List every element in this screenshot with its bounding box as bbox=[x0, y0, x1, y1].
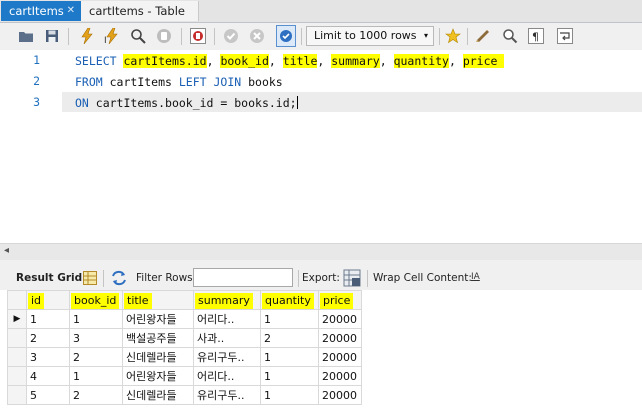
column-header-price[interactable]: price bbox=[318, 290, 362, 310]
stop-icon[interactable] bbox=[155, 27, 173, 45]
cell-price[interactable]: 20000 bbox=[318, 385, 362, 405]
line-number: 3 bbox=[33, 95, 40, 109]
commit-icon[interactable] bbox=[222, 27, 240, 45]
code-line-2: FROM cartItems LEFT JOIN books bbox=[75, 75, 283, 89]
line-number: 1 bbox=[33, 53, 40, 67]
cell-title[interactable]: 신데렐라들 bbox=[122, 347, 194, 367]
query-toolbar: I Limit to 1000 rows ▾ ¶ bbox=[0, 23, 642, 51]
cell-book-id[interactable]: 2 bbox=[69, 347, 123, 367]
cell-summary[interactable]: 어리다.. bbox=[193, 309, 261, 329]
autocommit-toggle-icon[interactable] bbox=[276, 25, 296, 47]
tab-bar: cartItems ✕ cartItems - Table bbox=[0, 0, 642, 23]
row-selector[interactable] bbox=[7, 366, 27, 386]
word-wrap-icon[interactable] bbox=[556, 27, 574, 45]
table-row[interactable]: 3 2 신데렐라들 유리구두.. 1 20000 bbox=[7, 347, 362, 367]
cell-id[interactable]: 1 bbox=[26, 309, 70, 329]
horizontal-scrollbar[interactable]: ◂ bbox=[0, 243, 642, 260]
code-line-1: SELECT cartItems.id, book_id, title, sum… bbox=[75, 54, 505, 68]
cell-title[interactable]: 백설공주들 bbox=[122, 328, 194, 348]
table-row[interactable]: 4 1 어린왕자들 어리다.. 1 20000 bbox=[7, 366, 362, 386]
current-row-marker-icon: ▶ bbox=[7, 309, 27, 329]
table-row[interactable]: 5 2 신데렐라들 유리구두.. 1 20000 bbox=[7, 385, 362, 405]
cell-summary[interactable]: 사과.. bbox=[193, 328, 261, 348]
open-file-icon[interactable] bbox=[17, 27, 35, 45]
cell-book-id[interactable]: 2 bbox=[69, 385, 123, 405]
row-selector[interactable] bbox=[7, 347, 27, 367]
sql-editor[interactable]: 1 2 3 SELECT cartItems.id, book_id, titl… bbox=[0, 50, 642, 243]
refresh-icon[interactable] bbox=[111, 270, 127, 286]
cell-summary[interactable]: 유리구두.. bbox=[193, 347, 261, 367]
cell-summary[interactable]: 유리구두.. bbox=[193, 385, 261, 405]
close-icon[interactable]: ✕ bbox=[67, 1, 75, 21]
cell-quantity[interactable]: 1 bbox=[260, 309, 319, 329]
cell-summary[interactable]: 어리다.. bbox=[193, 366, 261, 386]
cell-price[interactable]: 20000 bbox=[318, 366, 362, 386]
toggle-continue-on-error-icon[interactable] bbox=[189, 27, 207, 45]
beautify-icon[interactable] bbox=[474, 27, 492, 45]
result-grid-icon[interactable] bbox=[82, 270, 98, 286]
line-number: 2 bbox=[33, 74, 40, 88]
cell-book-id[interactable]: 1 bbox=[69, 366, 123, 386]
export-label: Export: bbox=[302, 272, 340, 284]
execute-icon[interactable] bbox=[78, 27, 96, 45]
limit-rows-label: Limit to 1000 rows bbox=[314, 29, 417, 42]
row-selector-header bbox=[7, 290, 27, 310]
tab-label: cartItems bbox=[9, 4, 64, 18]
filter-rows-label: Filter Rows: bbox=[136, 272, 197, 284]
code-line-3: ON cartItems.book_id = books.id; bbox=[75, 96, 298, 110]
find-icon[interactable] bbox=[501, 27, 519, 45]
chevron-down-icon: ▾ bbox=[423, 31, 428, 40]
cell-quantity[interactable]: 1 bbox=[260, 385, 319, 405]
limit-rows-select[interactable]: Limit to 1000 rows ▾ bbox=[306, 26, 434, 46]
row-selector[interactable] bbox=[7, 328, 27, 348]
cell-book-id[interactable]: 1 bbox=[69, 309, 123, 329]
cell-price[interactable]: 20000 bbox=[318, 309, 362, 329]
cell-id[interactable]: 3 bbox=[26, 347, 70, 367]
svg-text:I: I bbox=[104, 36, 107, 44]
cell-book-id[interactable]: 3 bbox=[69, 328, 123, 348]
tab-label: cartItems - Table bbox=[89, 4, 185, 18]
table-row[interactable]: 2 3 백설공주들 사과.. 2 20000 bbox=[7, 328, 362, 348]
cell-title[interactable]: 신데렐라들 bbox=[122, 385, 194, 405]
wrap-cell-content-label: Wrap Cell Content: bbox=[373, 272, 472, 284]
cell-id[interactable]: 4 bbox=[26, 366, 70, 386]
cell-title[interactable]: 어린왕자들 bbox=[122, 309, 194, 329]
tab-cartitems[interactable]: cartItems ✕ bbox=[1, 1, 81, 21]
result-toolbar: Result Grid Filter Rows: Export: Wrap Ce… bbox=[0, 266, 642, 291]
column-header-book-id[interactable]: book_id bbox=[69, 290, 123, 310]
cell-price[interactable]: 20000 bbox=[318, 328, 362, 348]
column-header-id[interactable]: id bbox=[26, 290, 70, 310]
execute-current-icon[interactable]: I bbox=[103, 27, 121, 45]
tab-cartitems-table[interactable]: cartItems - Table bbox=[81, 1, 199, 21]
add-snippet-star-icon[interactable] bbox=[444, 27, 462, 45]
explain-icon[interactable] bbox=[129, 27, 147, 45]
cell-title[interactable]: 어린왕자들 bbox=[122, 366, 194, 386]
header-row: id book_id title summary quantity price bbox=[7, 290, 362, 310]
cell-id[interactable]: 5 bbox=[26, 385, 70, 405]
column-header-summary[interactable]: summary bbox=[193, 290, 261, 310]
filter-rows-input[interactable] bbox=[193, 268, 293, 287]
invisible-chars-icon[interactable]: ¶ bbox=[527, 27, 545, 45]
text-caret bbox=[296, 96, 298, 109]
table-row[interactable]: ▶ 1 1 어린왕자들 어리다.. 1 20000 bbox=[7, 309, 362, 329]
export-icon[interactable] bbox=[343, 269, 361, 287]
column-header-quantity[interactable]: quantity bbox=[260, 290, 319, 310]
scroll-left-icon[interactable]: ◂ bbox=[4, 245, 9, 256]
cell-id[interactable]: 2 bbox=[26, 328, 70, 348]
result-grid: id book_id title summary quantity price … bbox=[0, 290, 642, 411]
cell-quantity[interactable]: 1 bbox=[260, 347, 319, 367]
save-icon[interactable] bbox=[43, 27, 61, 45]
svg-text:¶: ¶ bbox=[532, 31, 539, 44]
column-header-title[interactable]: title bbox=[122, 290, 194, 310]
rollback-icon[interactable] bbox=[248, 27, 266, 45]
result-grid-label[interactable]: Result Grid bbox=[16, 272, 82, 284]
wrap-cell-icon[interactable]: IA bbox=[471, 272, 480, 282]
row-selector[interactable] bbox=[7, 385, 27, 405]
cell-quantity[interactable]: 2 bbox=[260, 328, 319, 348]
cell-price[interactable]: 20000 bbox=[318, 347, 362, 367]
result-table: id book_id title summary quantity price … bbox=[7, 290, 362, 405]
cell-quantity[interactable]: 1 bbox=[260, 366, 319, 386]
